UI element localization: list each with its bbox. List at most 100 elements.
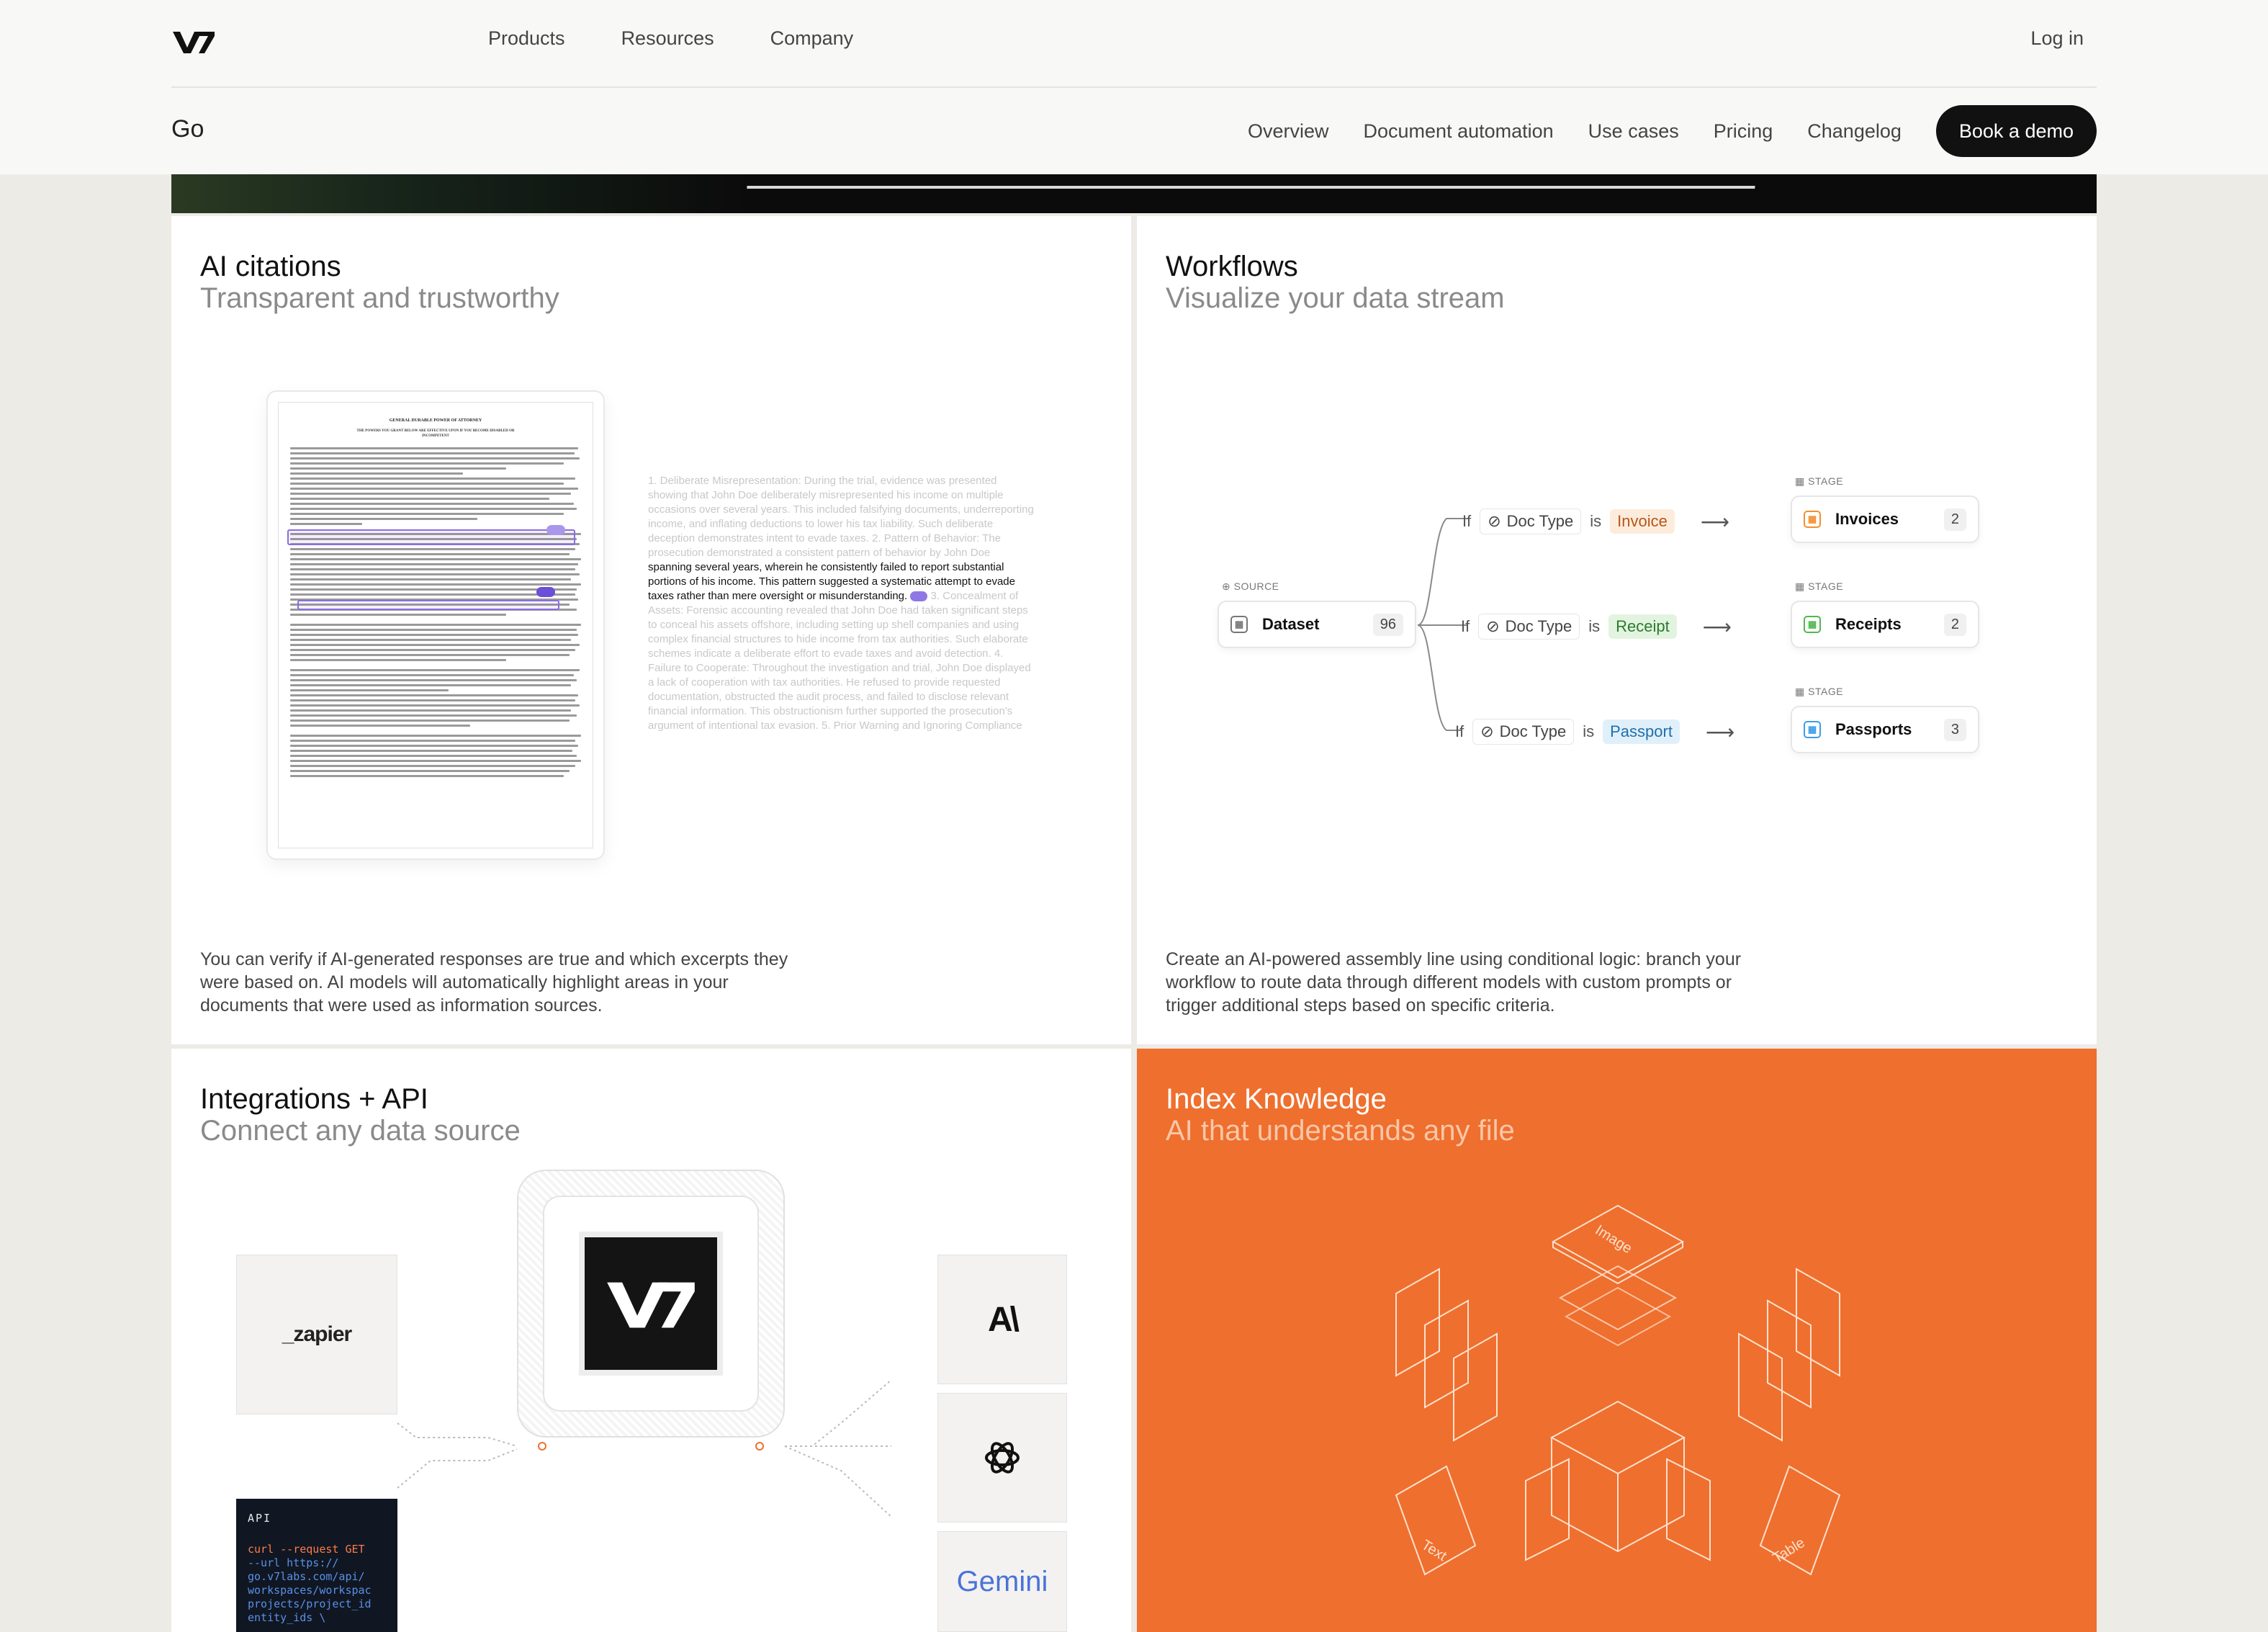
doc-text-line bbox=[290, 518, 477, 520]
node-count: 2 bbox=[1943, 508, 1966, 531]
if-keyword: If bbox=[1461, 617, 1470, 635]
doc-text-line bbox=[290, 614, 506, 616]
v7-logo[interactable] bbox=[171, 29, 216, 58]
code-line: entity_ids \ bbox=[248, 1611, 326, 1624]
subnav-document-automation[interactable]: Document automation bbox=[1364, 120, 1554, 143]
citation-badge[interactable] bbox=[546, 525, 565, 535]
stage-label: ▦ STAGE bbox=[1795, 475, 1844, 487]
doc-text-line bbox=[290, 750, 572, 752]
doc-text-line bbox=[290, 588, 577, 591]
source-dataset-node[interactable]: ▦ Dataset 96 bbox=[1218, 601, 1416, 648]
arrow-right-icon: ⟶ bbox=[1700, 510, 1729, 533]
stage-node[interactable]: ▦ Invoices 2 bbox=[1791, 496, 1979, 543]
doc-text-line bbox=[290, 488, 578, 490]
doc-text-line bbox=[290, 578, 571, 580]
card-subtitle: Transparent and trustworthy bbox=[200, 282, 559, 314]
doc-text-line bbox=[290, 725, 470, 727]
top-navigation: Products Resources Company Log in Go Ove… bbox=[0, 0, 2268, 174]
field-chip[interactable]: ⊘ Doc Type bbox=[1472, 719, 1575, 745]
stage-node[interactable]: ▦ Receipts 2 bbox=[1791, 601, 1979, 648]
nav-products[interactable]: Products bbox=[488, 27, 565, 50]
branch-condition[interactable]: If ⊘ Doc Type is Invoice ⟶ bbox=[1462, 508, 1729, 534]
doc-text-line bbox=[290, 755, 577, 757]
citation-badge[interactable] bbox=[536, 587, 555, 597]
citation-excerpt: 1. Deliberate Misrepresentation: During … bbox=[648, 474, 1037, 733]
doc-text-line bbox=[290, 659, 506, 661]
stage-node[interactable]: ▦ Passports 3 bbox=[1791, 706, 1979, 753]
doc-text-line bbox=[290, 704, 580, 707]
doc-text-line bbox=[290, 740, 575, 742]
excerpt-context-before: 1. Deliberate Misrepresentation: During … bbox=[648, 475, 1034, 559]
zapier-tile[interactable]: _zapier bbox=[236, 1255, 397, 1414]
doc-text-line bbox=[290, 775, 564, 777]
doc-text-line bbox=[290, 684, 571, 686]
node-count: 2 bbox=[1943, 613, 1966, 636]
stage-label: ▦ STAGE bbox=[1795, 686, 1844, 697]
subnav-overview[interactable]: Overview bbox=[1248, 120, 1329, 143]
doc-text-line bbox=[290, 593, 575, 596]
subnav-pricing[interactable]: Pricing bbox=[1714, 120, 1773, 143]
value-tag[interactable]: Passport bbox=[1603, 719, 1680, 744]
nav-resources[interactable]: Resources bbox=[621, 27, 714, 50]
field-chip[interactable]: ⊘ Doc Type bbox=[1480, 508, 1582, 534]
citation-highlight[interactable] bbox=[287, 529, 575, 545]
node-label: Passports bbox=[1835, 720, 1912, 738]
gemini-tile[interactable]: Gemini bbox=[937, 1531, 1067, 1632]
login-link[interactable]: Log in bbox=[2030, 27, 2084, 50]
field-chip[interactable]: ⊘ Doc Type bbox=[1478, 614, 1580, 640]
branch-condition[interactable]: If ⊘ Doc Type is Passport ⟶ bbox=[1455, 719, 1734, 745]
doc-text-line bbox=[290, 679, 577, 681]
doc-text-line bbox=[290, 699, 575, 701]
api-code-tile[interactable]: API curl --request GET --url https:// go… bbox=[236, 1499, 397, 1632]
doc-text-line bbox=[290, 714, 577, 717]
stage-icon: ▦ bbox=[1804, 721, 1821, 738]
doc-text-line bbox=[290, 760, 581, 762]
hero-image-strip bbox=[171, 174, 2097, 213]
code-line: go.v7labs.com/api/ bbox=[248, 1570, 365, 1583]
doc-text-line bbox=[290, 523, 362, 525]
doc-text-line bbox=[290, 649, 575, 651]
book-demo-button[interactable]: Book a demo bbox=[1935, 105, 2097, 157]
subnav-use-cases[interactable]: Use cases bbox=[1588, 120, 1679, 143]
anthropic-tile[interactable]: A\ bbox=[937, 1255, 1067, 1384]
value-tag[interactable]: Invoice bbox=[1610, 509, 1675, 534]
integrations-card: Integrations + API Connect any data sour… bbox=[171, 1049, 1131, 1632]
doc-text-line bbox=[290, 689, 449, 691]
nav-company[interactable]: Company bbox=[770, 27, 854, 50]
citation-badge[interactable] bbox=[910, 591, 928, 602]
product-title[interactable]: Go bbox=[171, 115, 204, 143]
card-description: You can verify if AI-generated responses… bbox=[200, 949, 788, 1015]
doc-text-line bbox=[290, 462, 564, 465]
v7-hub-logo bbox=[579, 1232, 723, 1376]
doc-text-line bbox=[290, 639, 571, 641]
doc-text-line bbox=[290, 674, 574, 676]
citation-highlight[interactable] bbox=[297, 600, 559, 610]
code-line: projects/project_id bbox=[248, 1597, 372, 1610]
if-keyword: If bbox=[1462, 512, 1472, 530]
doc-text-line bbox=[290, 513, 564, 515]
doc-subtitle: THE POWERS YOU GRANT BELOW ARE EFFECTIVE… bbox=[356, 429, 515, 438]
node-label: Dataset bbox=[1262, 615, 1320, 633]
v7-hub bbox=[517, 1170, 785, 1438]
stage-icon: ▦ bbox=[1804, 616, 1821, 633]
doc-text-line bbox=[290, 644, 580, 646]
stage-icon: ▦ bbox=[1804, 511, 1821, 528]
if-keyword: If bbox=[1455, 722, 1464, 740]
arrow-right-icon: ⟶ bbox=[1705, 720, 1735, 743]
doc-text-line bbox=[290, 709, 571, 712]
doc-text-line bbox=[290, 548, 575, 550]
document-preview: GENERAL DURABLE POWER OF ATTORNEY THE PO… bbox=[266, 390, 605, 860]
doc-text-line bbox=[290, 583, 581, 586]
subnav-changelog[interactable]: Changelog bbox=[1807, 120, 1902, 143]
doc-text-line bbox=[290, 624, 581, 626]
doc-text-line bbox=[290, 694, 578, 696]
doc-text-line bbox=[290, 654, 570, 656]
code-line: --url https:// bbox=[248, 1556, 339, 1569]
zapier-logo: _zapier bbox=[282, 1322, 352, 1346]
doc-text-line bbox=[290, 503, 574, 505]
stage-label: ▦ STAGE bbox=[1795, 580, 1844, 592]
value-tag[interactable]: Receipt bbox=[1608, 614, 1677, 639]
branch-condition[interactable]: If ⊘ Doc Type is Receipt ⟶ bbox=[1461, 614, 1732, 640]
doc-title: GENERAL DURABLE POWER OF ATTORNEY bbox=[389, 418, 482, 423]
openai-tile[interactable] bbox=[937, 1393, 1067, 1523]
